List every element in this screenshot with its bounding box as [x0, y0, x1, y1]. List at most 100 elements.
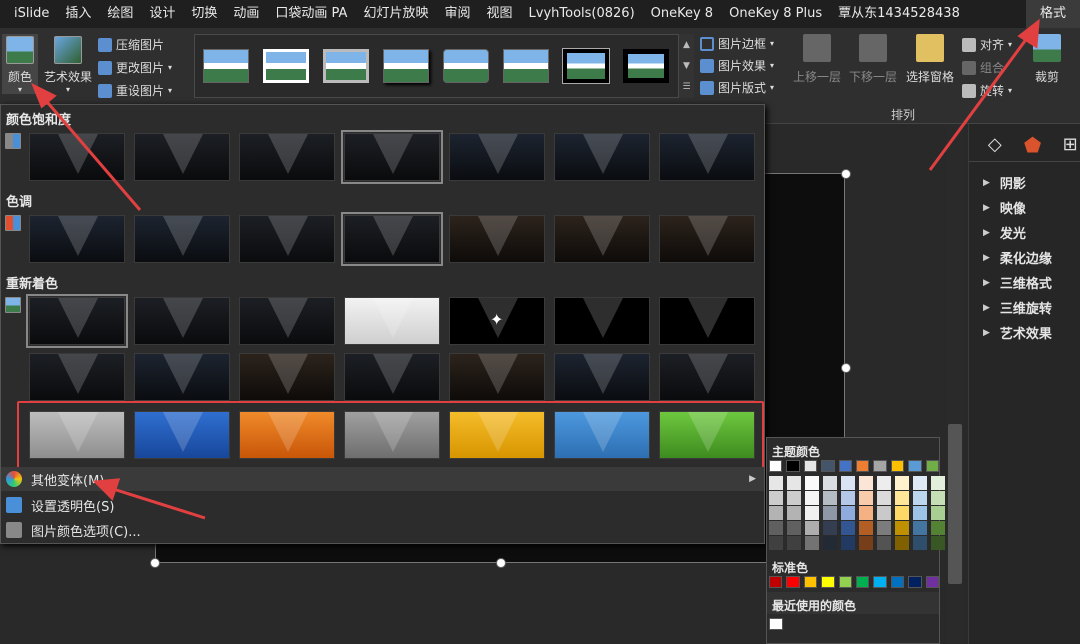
theme-shade-swatch[interactable] [913, 506, 927, 520]
picture-layout-button[interactable]: 图片版式 ▾ [700, 79, 774, 96]
theme-shade-swatch[interactable] [787, 536, 801, 550]
saturation-200[interactable] [449, 133, 545, 181]
menu-onekey8[interactable]: OneKey 8 [643, 0, 721, 28]
picture-style-3[interactable] [323, 49, 369, 83]
standard-color-swatch[interactable] [873, 576, 887, 588]
theme-shade-swatch[interactable] [931, 506, 945, 520]
theme-color-swatch[interactable] [786, 460, 800, 472]
chevron-down-icon[interactable]: ▼ [683, 61, 690, 71]
art-effect-button[interactable]: 艺术效果 ▾ [42, 34, 94, 94]
fill-line-tab-icon[interactable]: ◇ [985, 134, 1005, 156]
resize-handle-bottom-left[interactable] [150, 558, 160, 568]
group-button[interactable]: 组合 [962, 59, 1004, 76]
theme-shade-swatch[interactable] [769, 476, 783, 490]
saturation-66[interactable] [239, 133, 335, 181]
theme-color-swatch[interactable] [769, 460, 783, 472]
standard-color-swatch[interactable] [786, 576, 800, 588]
theme-shade-swatch[interactable] [787, 491, 801, 505]
color-options-item[interactable]: 图片颜色选项(C)... [1, 518, 764, 542]
menu-review[interactable]: 审阅 [436, 0, 478, 28]
gallery-expand-icon[interactable]: ☰ [682, 82, 690, 92]
theme-color-swatch[interactable] [873, 460, 887, 472]
theme-shade-swatch[interactable] [913, 536, 927, 550]
theme-shade-swatch[interactable] [805, 506, 819, 520]
recolor-washout[interactable] [344, 297, 440, 345]
theme-shade-swatch[interactable] [931, 521, 945, 535]
theme-color-swatch[interactable] [838, 460, 853, 472]
standard-color-swatch[interactable] [925, 576, 940, 588]
theme-shade-swatch[interactable] [895, 491, 909, 505]
saturation-100[interactable] [341, 130, 443, 184]
theme-shade-swatch[interactable] [841, 506, 855, 520]
color-button[interactable]: 颜色 ▾ [2, 34, 38, 94]
theme-shade-swatch[interactable] [895, 536, 909, 550]
theme-shade-swatch[interactable] [769, 506, 783, 520]
theme-shade-swatch[interactable] [769, 491, 783, 505]
change-picture-button[interactable]: 更改图片 ▾ [98, 59, 172, 76]
saturation-33[interactable] [134, 133, 230, 181]
picture-style-5[interactable] [443, 49, 489, 83]
theme-shade-swatch[interactable] [841, 521, 855, 535]
theme-shade-swatch[interactable] [769, 521, 783, 535]
menu-islide[interactable]: iSlide [0, 0, 57, 28]
standard-color-swatch[interactable] [890, 576, 905, 588]
theme-color-swatch[interactable] [803, 460, 818, 472]
scrollbar-thumb[interactable] [948, 424, 962, 584]
theme-shade-swatch[interactable] [805, 476, 819, 490]
saturation-300[interactable] [554, 133, 650, 181]
menu-user[interactable]: 覃从东1434528438 [830, 0, 968, 28]
menu-draw[interactable]: 绘图 [99, 0, 141, 28]
bring-forward-button[interactable]: 上移一层 [790, 34, 844, 85]
theme-shade-swatch[interactable] [787, 506, 801, 520]
saturation-0[interactable] [29, 133, 125, 181]
effect-glow[interactable]: ▶ 发光 [969, 220, 1080, 245]
theme-color-swatch[interactable] [856, 460, 870, 472]
standard-color-swatch[interactable] [856, 576, 870, 588]
theme-shade-swatch[interactable] [841, 536, 855, 550]
menu-slideshow[interactable]: 幻灯片放映 [355, 0, 436, 28]
recolor-dark-7[interactable] [659, 353, 755, 401]
theme-shade-swatch[interactable] [931, 491, 945, 505]
menu-view[interactable]: 视图 [479, 0, 521, 28]
menu-onekey8-plus[interactable]: OneKey 8 Plus [721, 0, 830, 28]
recolor-sepia[interactable] [239, 297, 335, 345]
effect-shadow[interactable]: ▶ 阴影 [969, 170, 1080, 195]
menu-transitions[interactable]: 切换 [183, 0, 225, 28]
theme-color-swatch[interactable] [925, 460, 940, 472]
recolor-black-white-25[interactable] [449, 297, 545, 345]
theme-shade-swatch[interactable] [805, 536, 819, 550]
picture-style-6[interactable] [503, 49, 549, 83]
effect-soft-edges[interactable]: ▶ 柔化边缘 [969, 245, 1080, 270]
theme-shade-swatch[interactable] [895, 506, 909, 520]
saturation-400[interactable] [659, 133, 755, 181]
set-transparent-item[interactable]: 设置透明色(S) [1, 493, 764, 517]
recolor-black-white-75[interactable] [659, 297, 755, 345]
theme-shade-swatch[interactable] [859, 536, 873, 550]
theme-shade-swatch[interactable] [913, 491, 927, 505]
menu-animations[interactable]: 动画 [225, 0, 267, 28]
effect-reflection[interactable]: ▶ 映像 [969, 195, 1080, 220]
theme-shade-swatch[interactable] [787, 476, 801, 490]
tone-8800k[interactable] [554, 215, 650, 263]
theme-shade-swatch[interactable] [859, 506, 873, 520]
theme-shade-swatch[interactable] [823, 506, 837, 520]
theme-shade-swatch[interactable] [913, 476, 927, 490]
theme-shade-swatch[interactable] [823, 536, 837, 550]
rotate-button[interactable]: 旋转 ▾ [962, 82, 1012, 99]
menu-pocket-animation[interactable]: 口袋动画 PA [267, 0, 355, 28]
effect-artistic[interactable]: ▶ 艺术效果 [969, 320, 1080, 345]
theme-shade-swatch[interactable] [823, 476, 837, 490]
effect-3d-rotation[interactable]: ▶ 三维旋转 [969, 295, 1080, 320]
menu-insert[interactable]: 插入 [57, 0, 99, 28]
chevron-up-icon[interactable]: ▲ [683, 40, 690, 50]
send-backward-button[interactable]: 下移一层 [846, 34, 900, 85]
theme-color-swatch[interactable] [890, 460, 905, 472]
recolor-dark-1[interactable] [29, 353, 125, 401]
theme-shade-swatch[interactable] [841, 476, 855, 490]
theme-color-swatch[interactable] [821, 460, 835, 472]
theme-shade-swatch[interactable] [823, 521, 837, 535]
recolor-black-white-50[interactable] [554, 297, 650, 345]
recent-color-swatch[interactable] [769, 618, 783, 630]
picture-style-8[interactable] [623, 49, 669, 83]
tone-5300k[interactable] [134, 215, 230, 263]
